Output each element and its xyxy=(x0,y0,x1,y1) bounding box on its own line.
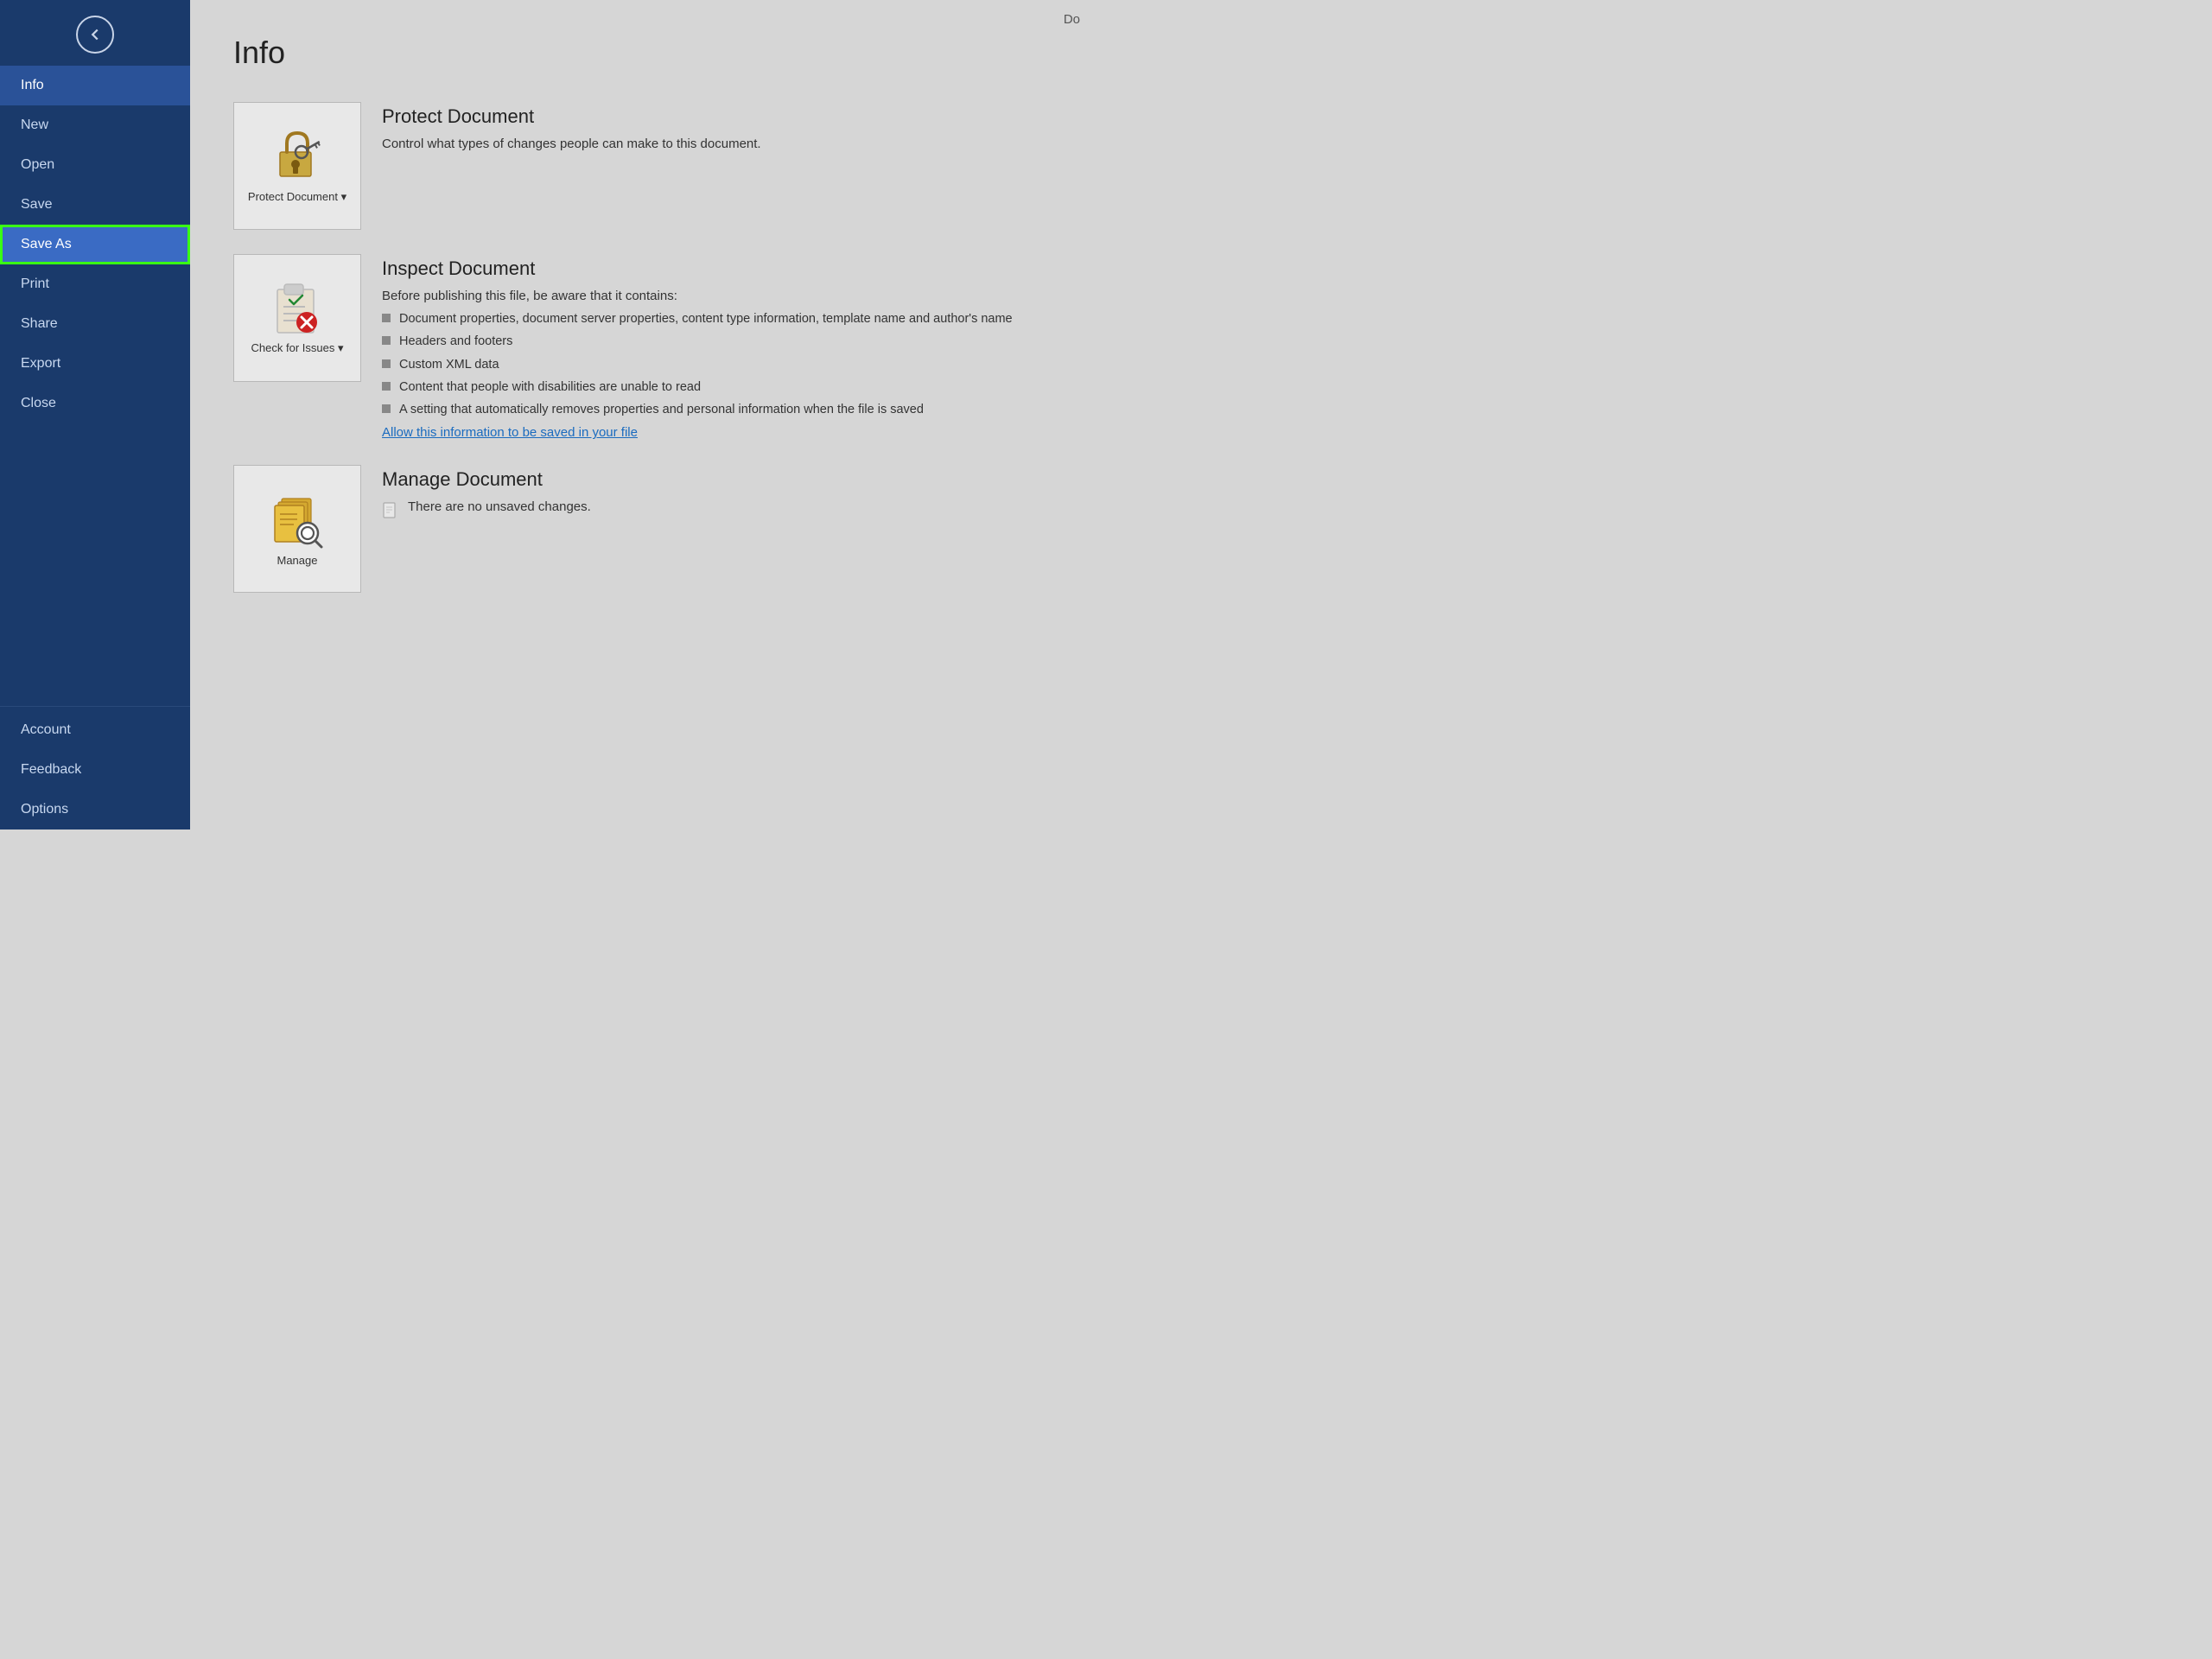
protect-document-button[interactable]: Protect Document ▾ xyxy=(233,102,361,230)
bullet-icon xyxy=(382,336,391,345)
manage-document-button[interactable]: Manage xyxy=(233,465,361,593)
list-item: Content that people with disabilities ar… xyxy=(382,378,1063,396)
bullet-icon xyxy=(382,314,391,322)
sidebar-item-open[interactable]: Open xyxy=(0,145,190,185)
sidebar: Info New Open Save Save As Print Share E… xyxy=(0,0,190,830)
sidebar-item-info[interactable]: Info xyxy=(0,66,190,105)
back-button[interactable] xyxy=(0,0,190,66)
bullet-icon xyxy=(382,382,391,391)
bullet-icon xyxy=(382,404,391,413)
sidebar-item-save-as[interactable]: Save As xyxy=(0,225,190,264)
list-item-text: Document properties, document server pro… xyxy=(399,310,1013,327)
page-title: Info xyxy=(233,35,1063,71)
check-issues-icon xyxy=(272,281,322,336)
sidebar-item-close[interactable]: Close xyxy=(0,384,190,423)
list-item-text: Content that people with disabilities ar… xyxy=(399,378,701,396)
inspect-document-card: Check for Issues ▾ Inspect Document Befo… xyxy=(233,254,1063,441)
sidebar-item-export[interactable]: Export xyxy=(0,344,190,384)
document-title-partial: Do xyxy=(1064,12,1080,27)
inspect-document-desc: Before publishing this file, be aware th… xyxy=(382,289,1063,303)
doc-clock-icon xyxy=(382,502,399,519)
list-item: Headers and footers xyxy=(382,333,1063,350)
protect-document-title: Protect Document xyxy=(382,105,1063,128)
inspect-document-list: Document properties, document server pro… xyxy=(382,310,1063,418)
nav-bottom-section: Account Feedback Options xyxy=(0,706,190,830)
sidebar-item-options[interactable]: Options xyxy=(0,790,89,830)
lock-key-icon xyxy=(271,128,323,185)
list-item: A setting that automatically removes pro… xyxy=(382,401,1063,418)
sidebar-item-feedback[interactable]: Feedback xyxy=(0,750,102,790)
inspect-document-title: Inspect Document xyxy=(382,257,1063,280)
list-item-text: Headers and footers xyxy=(399,333,512,350)
sidebar-item-save[interactable]: Save xyxy=(0,185,190,225)
sidebar-item-print[interactable]: Print xyxy=(0,264,190,304)
check-for-issues-button[interactable]: Check for Issues ▾ xyxy=(233,254,361,382)
allow-info-link[interactable]: Allow this information to be saved in yo… xyxy=(382,425,638,440)
sidebar-item-new[interactable]: New xyxy=(0,105,190,145)
nav-menu: Info New Open Save Save As Print Share E… xyxy=(0,66,190,830)
manage-icon xyxy=(270,492,325,549)
bullet-icon xyxy=(382,359,391,368)
check-issues-icon-label: Check for Issues ▾ xyxy=(251,341,344,355)
list-item: Document properties, document server pro… xyxy=(382,310,1063,327)
main-content: Do Info Protect Document xyxy=(190,0,1106,830)
manage-document-title: Manage Document xyxy=(382,468,1063,491)
manage-document-desc: There are no unsaved changes. xyxy=(408,499,591,514)
manage-icon-label: Manage xyxy=(277,554,318,567)
inspect-document-content: Inspect Document Before publishing this … xyxy=(382,254,1063,441)
protect-document-content: Protect Document Control what types of c… xyxy=(382,102,1063,158)
protect-document-desc: Control what types of changes people can… xyxy=(382,137,1063,151)
manage-document-content: Manage Document There are no unsaved cha… xyxy=(382,465,1063,521)
protect-document-card: Protect Document ▾ Protect Document Cont… xyxy=(233,102,1063,230)
sidebar-item-account[interactable]: Account xyxy=(0,710,92,750)
list-item-text: A setting that automatically removes pro… xyxy=(399,401,924,418)
manage-document-card: Manage Manage Document There are no unsa… xyxy=(233,465,1063,593)
protect-document-icon-label: Protect Document ▾ xyxy=(248,190,346,204)
list-item: Custom XML data xyxy=(382,356,1063,373)
sidebar-item-share[interactable]: Share xyxy=(0,304,190,344)
list-item-text: Custom XML data xyxy=(399,356,499,373)
